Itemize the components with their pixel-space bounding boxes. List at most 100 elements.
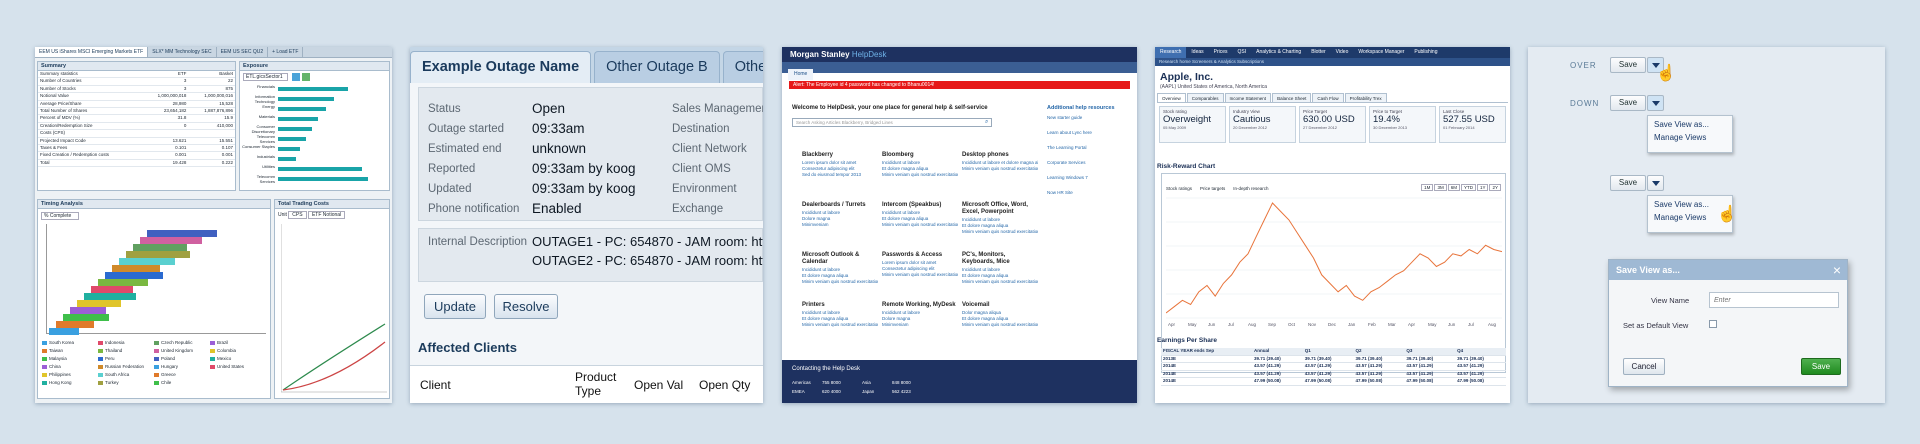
research-menu-item[interactable]: Research — [1155, 47, 1187, 58]
help-category-title[interactable]: Voicemail — [962, 302, 1038, 309]
col-product-type[interactable]: Product Type — [575, 370, 619, 398]
help-link[interactable]: Et dolore magna aliqua — [802, 273, 878, 278]
chart-tool-icon[interactable] — [292, 73, 300, 81]
help-link[interactable]: Minim veniam quis nostrud exercitation m… — [882, 222, 958, 227]
help-link[interactable]: Minim veniam quis nostrud exercitation m… — [882, 172, 958, 177]
help-link[interactable]: Sed do eiusmod tempor 2013 — [802, 172, 878, 177]
menu-save-view-as[interactable]: Save View as... — [1648, 116, 1732, 129]
close-icon[interactable]: × — [1833, 262, 1841, 278]
help-link[interactable]: Dolore magna — [882, 316, 958, 321]
resource-link[interactable]: Learning Windows 7 — [1047, 175, 1131, 180]
help-link[interactable]: Incididunt ut labore — [802, 210, 878, 215]
tab-slx[interactable]: SLX* MM Technology SEC — [148, 47, 217, 57]
help-link[interactable]: Incididunt ut labore — [882, 210, 958, 215]
resource-link[interactable]: Corporate Services — [1047, 160, 1131, 165]
help-link[interactable]: Minim veniam quis nostrud exercitation m… — [962, 322, 1038, 327]
help-link[interactable]: Incididunt ut labore — [802, 267, 878, 272]
exposure-filter[interactable]: ETL.gicsSector1 — [243, 73, 288, 81]
dropdown-open[interactable] — [1647, 175, 1664, 191]
help-link[interactable]: Minim veniam quis nostrud exercitation m… — [962, 166, 1038, 171]
help-link[interactable]: Incididunt ut labore et dolore magna ali… — [962, 160, 1038, 165]
grid-tool-icon[interactable] — [302, 73, 310, 81]
save-button-over[interactable]: Save — [1610, 57, 1646, 73]
help-link[interactable]: Et dolore magna aliqua — [962, 223, 1038, 228]
dropdown-down[interactable] — [1647, 95, 1664, 111]
help-link[interactable]: Minimveniam — [802, 222, 878, 227]
research-menu-item[interactable]: Prices — [1209, 47, 1233, 58]
save-button-down[interactable]: Save — [1610, 95, 1646, 111]
help-category-title[interactable]: Remote Working, MyDesk — [882, 302, 958, 309]
resource-link[interactable]: New starter guide — [1047, 115, 1131, 120]
unit-notional[interactable]: ETF Notional — [307, 211, 346, 219]
search-icon[interactable]: ⌕ — [985, 119, 988, 126]
help-link[interactable]: Incididunt ut labore — [882, 160, 958, 165]
help-link[interactable]: Dolor magna aliqua — [962, 310, 1038, 315]
nav-home[interactable]: Home — [788, 69, 814, 80]
help-link[interactable]: Et dolore magna aliqua — [962, 316, 1038, 321]
help-link[interactable]: Et dolore magna aliqua — [962, 273, 1038, 278]
help-category-title[interactable]: Intercom (Speakbus) — [882, 202, 958, 209]
research-menu-item[interactable]: Analytics & Charting — [1251, 47, 1306, 58]
help-link[interactable]: Et dolore magna aliqua — [802, 316, 878, 321]
research-menu-item[interactable]: Workspace Manager — [1353, 47, 1409, 58]
help-link[interactable]: Et dolore magna aliqua — [882, 166, 958, 171]
research-menu-item[interactable]: Ideas — [1186, 47, 1208, 58]
unit-cps[interactable]: CPS — [288, 211, 307, 219]
help-category-title[interactable]: Microsoft Outlook & Calendar — [802, 252, 878, 266]
col-client[interactable]: Client — [420, 378, 451, 392]
research-menu-item[interactable]: Blotter — [1306, 47, 1330, 58]
col-open-qty[interactable]: Open Qty — [699, 378, 750, 392]
resource-link[interactable]: The Learning Portal — [1047, 145, 1131, 150]
help-link[interactable]: Incididunt ut labore — [962, 217, 1038, 222]
help-category-title[interactable]: Printers — [802, 302, 878, 309]
tab-outage-b[interactable]: Other Outage B — [594, 51, 720, 83]
tab-eem[interactable]: EEM US iShares MSCI Emerging Markets ETF — [35, 47, 149, 57]
help-link[interactable]: Minimveniam — [882, 322, 958, 327]
help-link[interactable]: Et dolore magna aliqua — [882, 216, 958, 221]
help-category-title[interactable]: Bloomberg — [882, 152, 958, 159]
cancel-button[interactable]: Cancel — [1623, 358, 1665, 375]
research-tab[interactable]: Profitability Trex — [1344, 93, 1387, 102]
help-link[interactable]: Dolore magna — [802, 216, 878, 221]
help-link[interactable]: Minim veniam quis nostrud exercitation m… — [962, 279, 1038, 284]
help-category-title[interactable]: Desktop phones — [962, 152, 1038, 159]
help-link[interactable]: Incididunt ut labore — [882, 310, 958, 315]
research-tab[interactable]: Comparables — [1186, 93, 1224, 102]
help-link[interactable]: Incididunt ut labore — [962, 267, 1038, 272]
default-view-checkbox[interactable] — [1709, 320, 1717, 328]
help-link[interactable]: Consectetur adipiscing elit — [802, 166, 878, 171]
help-category-title[interactable]: Dealerboards / Turrets — [802, 202, 878, 209]
update-button[interactable]: Update — [424, 294, 486, 319]
help-link[interactable]: Lorem ipsum dolor sit amet — [802, 160, 878, 165]
tab-example-outage[interactable]: Example Outage Name — [410, 51, 592, 83]
save-button-open[interactable]: Save — [1610, 175, 1646, 191]
help-category-title[interactable]: PC's, Monitors, Keyboards, Mice — [962, 252, 1038, 266]
resource-link[interactable]: Now HR Site — [1047, 190, 1131, 195]
help-link[interactable]: Minim veniam quis nostrud exercitation m… — [802, 279, 878, 284]
help-link[interactable]: Minim veniam quis nostrud exercitation m… — [802, 322, 878, 327]
research-tab[interactable]: Cash Flow — [1312, 93, 1344, 102]
research-tab[interactable]: Balance Sheet — [1272, 93, 1312, 102]
resource-link[interactable]: Learn about Lync here — [1047, 130, 1131, 135]
help-category-title[interactable]: Microsoft Office, Word, Excel, Powerpoin… — [962, 202, 1038, 216]
timing-select[interactable]: % Complete — [41, 212, 79, 220]
research-menu-item[interactable]: Publishing — [1409, 47, 1442, 58]
help-link[interactable]: Minim veniam quis nostrud exercitation m… — [882, 272, 958, 277]
helpdesk-search-input[interactable]: Search Asking Articles Blackberry, Bridg… — [792, 118, 992, 127]
help-link[interactable]: Lorem ipsum dolor sit amet — [882, 260, 958, 265]
resolve-button[interactable]: Resolve — [494, 294, 558, 319]
view-name-input[interactable] — [1709, 292, 1839, 308]
tab-load-etf[interactable]: + Load ETF — [268, 47, 304, 57]
help-link[interactable]: Incididunt ut labore — [802, 310, 878, 315]
help-category-title[interactable]: Passwords & Access — [882, 252, 958, 259]
research-menu-item[interactable]: Video — [1331, 47, 1354, 58]
tab-outage-c[interactable]: Other Outage C — [722, 51, 763, 83]
col-open-val[interactable]: Open Val — [634, 378, 683, 392]
help-link[interactable]: Minim veniam quis nostrud exercitation m… — [962, 229, 1038, 234]
research-tab[interactable]: Overview — [1157, 93, 1186, 102]
research-tab[interactable]: Income Statement — [1224, 93, 1272, 102]
help-link[interactable]: Consectetur adipiscing elit — [882, 266, 958, 271]
save-confirm-button[interactable]: Save — [1801, 358, 1841, 375]
research-menu-item[interactable]: QSI — [1233, 47, 1252, 58]
tab-eem-sec[interactable]: EEM US SEC QU2 — [217, 47, 269, 57]
